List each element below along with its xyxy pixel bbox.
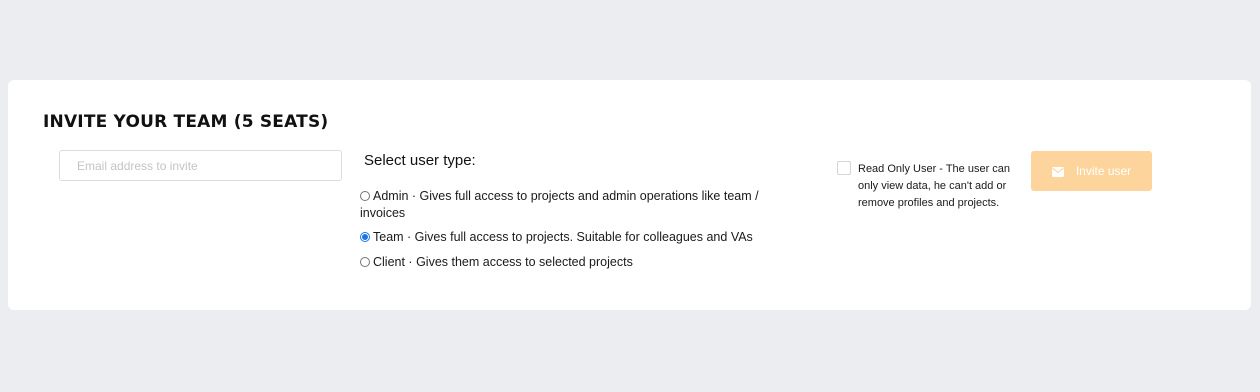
envelope-icon <box>1051 166 1064 177</box>
user-type-group: Select user type: Admin · Gives full acc… <box>360 152 780 271</box>
team-radio[interactable] <box>360 232 370 242</box>
email-input[interactable] <box>59 150 342 181</box>
read-only-checkbox[interactable] <box>837 161 851 175</box>
client-radio[interactable] <box>360 257 370 267</box>
radio-option-team[interactable]: Team · Gives full access to projects. Su… <box>360 229 780 246</box>
admin-option-label: Admin · Gives full access to projects an… <box>360 189 759 220</box>
team-option-label: Team · Gives full access to projects. Su… <box>373 230 753 244</box>
user-type-heading: Select user type: <box>364 152 476 169</box>
client-option-label: Client · Gives them access to selected p… <box>373 255 633 269</box>
admin-radio[interactable] <box>360 191 370 201</box>
invite-user-button[interactable]: Invite user <box>1031 151 1152 191</box>
invite-user-label: Invite user <box>1075 164 1132 178</box>
radio-option-admin[interactable]: Admin · Gives full access to projects an… <box>360 188 780 222</box>
read-only-label: Read Only User - The user can only view … <box>858 163 1011 209</box>
radio-option-client[interactable]: Client · Gives them access to selected p… <box>360 254 780 271</box>
invite-team-card: INVITE YOUR TEAM (5 SEATS) Select user t… <box>8 80 1251 310</box>
section-title: INVITE YOUR TEAM (5 SEATS) <box>43 112 329 132</box>
